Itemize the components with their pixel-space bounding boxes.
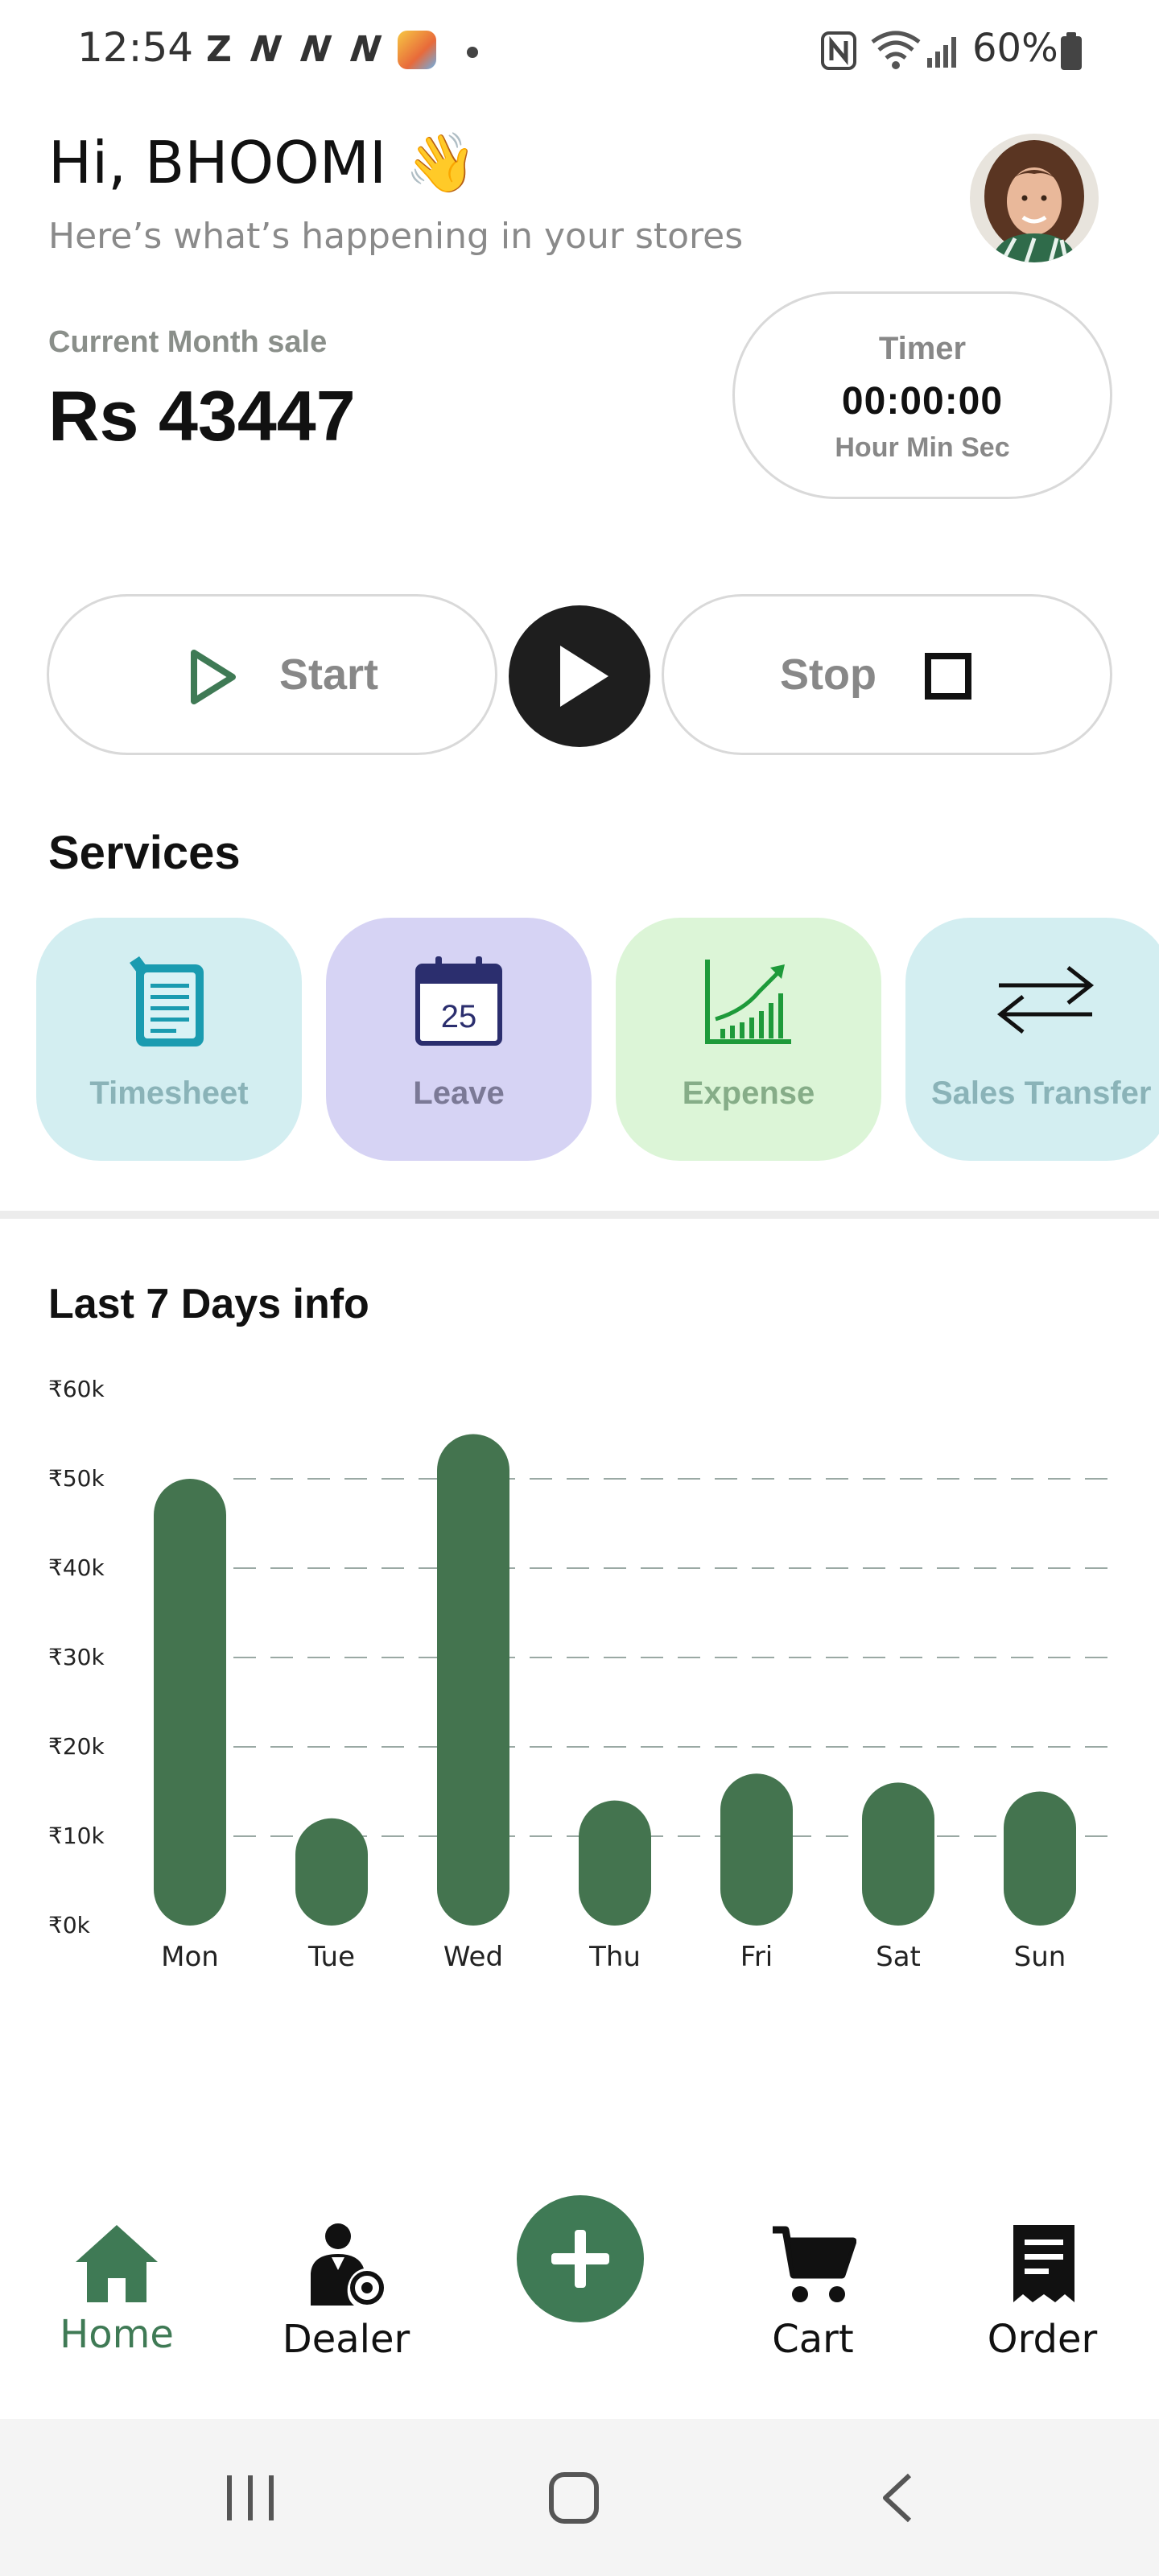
system-navigation-bar xyxy=(0,2419,1159,2576)
y-tick-label: ₹50k xyxy=(48,1465,105,1492)
calendar-day: 25 xyxy=(441,999,477,1034)
service-label: Expense xyxy=(682,1075,815,1111)
bar-sun[interactable] xyxy=(1004,1791,1076,1926)
signal-icon xyxy=(927,37,956,68)
y-tick-label: ₹0k xyxy=(48,1912,91,1938)
x-tick-label: Fri xyxy=(740,1941,773,1973)
status-time: 12:54 xyxy=(77,24,194,71)
current-month-sale-value: Rs 43447 xyxy=(48,376,356,456)
bar-mon[interactable] xyxy=(154,1479,226,1926)
y-tick-label: ₹30k xyxy=(48,1644,105,1670)
timer-card: Timer 00:00:00 Hour Min Sec xyxy=(732,291,1112,499)
service-label: Sales Transfer xyxy=(931,1075,1152,1111)
timer-value: 00:00:00 xyxy=(841,380,1004,423)
bar-sat[interactable] xyxy=(862,1782,934,1926)
y-tick-label: ₹40k xyxy=(48,1554,105,1581)
n-notification-icon: N xyxy=(348,29,384,70)
game-app-icon xyxy=(398,31,436,69)
wifi-icon xyxy=(871,31,921,69)
x-tick-label: Tue xyxy=(307,1941,355,1973)
bar-thu[interactable] xyxy=(579,1800,651,1926)
start-label: Start xyxy=(279,650,379,699)
service-label: Leave xyxy=(413,1075,505,1111)
y-tick-label: ₹20k xyxy=(48,1733,105,1760)
header-subtitle: Here’s what’s happening in your stores xyxy=(48,216,744,257)
start-button[interactable]: Start xyxy=(47,594,497,755)
cart-icon xyxy=(773,2226,856,2302)
timer-title: Timer xyxy=(878,331,967,366)
nav-home[interactable]: Home xyxy=(56,2222,177,2383)
stop-square-icon xyxy=(925,653,971,700)
add-button[interactable] xyxy=(517,2195,644,2322)
nav-cart-label: Cart xyxy=(772,2317,854,2362)
home-icon xyxy=(76,2225,158,2302)
waving-hand-emoji: 👋 xyxy=(405,129,477,196)
status-bar: 12:54 Z N N N 60% xyxy=(0,0,1159,105)
home-system-icon[interactable] xyxy=(547,2471,600,2525)
bottom-navigation: Home Dealer Cart Order xyxy=(0,2165,1159,2419)
z-icon: Z xyxy=(206,29,232,70)
x-tick-label: Mon xyxy=(161,1941,219,1973)
nav-home-label: Home xyxy=(60,2312,174,2357)
last-7-days-bar-chart: ₹0k ₹10k ₹20k ₹30k ₹40k ₹50k ₹60k Mon Tue Wed Thu F… xyxy=(48,1376,1111,1973)
chart-title: Last 7 Days info xyxy=(48,1281,369,1327)
stop-label: Stop xyxy=(780,650,876,699)
y-tick-label: ₹60k xyxy=(48,1376,105,1402)
nav-dealer-label: Dealer xyxy=(282,2317,410,2362)
profile-photo xyxy=(970,134,1099,262)
stop-button[interactable]: Stop xyxy=(662,594,1112,755)
avatar[interactable] xyxy=(970,134,1099,262)
service-card-sales-transfer[interactable]: Sales Transfer xyxy=(905,918,1159,1161)
nav-dealer[interactable]: Dealer xyxy=(282,2222,410,2383)
n-notification-icon: N xyxy=(248,29,284,70)
battery-icon xyxy=(1061,32,1082,70)
service-label: Timesheet xyxy=(89,1075,249,1111)
more-notifications-dot-icon xyxy=(467,47,478,58)
calendar-icon: 25 xyxy=(415,956,502,1046)
service-card-expense[interactable]: Expense xyxy=(616,918,881,1161)
x-tick-label: Sun xyxy=(1014,1941,1066,1973)
current-month-sale-label: Current Month sale xyxy=(48,325,328,359)
service-card-timesheet[interactable]: Timesheet xyxy=(36,918,302,1161)
back-icon[interactable] xyxy=(877,2472,918,2524)
nav-cart[interactable]: Cart xyxy=(749,2222,877,2383)
play-outline-icon xyxy=(191,650,236,704)
x-tick-label: Sat xyxy=(876,1941,921,1973)
bar-wed[interactable] xyxy=(437,1434,509,1926)
y-tick-label: ₹10k xyxy=(48,1823,105,1849)
play-icon xyxy=(560,646,608,707)
battery-percent: 60% xyxy=(972,26,1058,71)
dealer-icon xyxy=(311,2223,384,2306)
services-title: Services xyxy=(48,827,241,879)
timesheet-icon xyxy=(130,956,204,1046)
nav-order[interactable]: Order xyxy=(978,2222,1107,2383)
n-notification-icon: N xyxy=(298,29,334,70)
service-card-leave[interactable]: 25 Leave xyxy=(326,918,592,1161)
bar-tue[interactable] xyxy=(295,1818,368,1926)
recent-apps-icon[interactable] xyxy=(222,2472,278,2524)
transfer-arrows-icon xyxy=(996,966,1095,1034)
nav-order-label: Order xyxy=(987,2317,1098,2362)
plus-icon xyxy=(551,2230,609,2288)
play-button[interactable] xyxy=(509,605,650,747)
growth-chart-icon xyxy=(705,960,791,1044)
timer-units: Hour Min Sec xyxy=(835,432,1010,463)
greeting-text: Hi, BHOOMI xyxy=(48,129,387,196)
nfc-icon xyxy=(821,31,856,70)
bar-fri[interactable] xyxy=(720,1773,793,1926)
order-receipt-icon xyxy=(1013,2225,1074,2302)
section-divider xyxy=(0,1211,1159,1219)
greeting-title: Hi, BHOOMI 👋 xyxy=(48,129,477,197)
x-tick-label: Wed xyxy=(443,1941,503,1973)
x-tick-label: Thu xyxy=(588,1941,641,1973)
